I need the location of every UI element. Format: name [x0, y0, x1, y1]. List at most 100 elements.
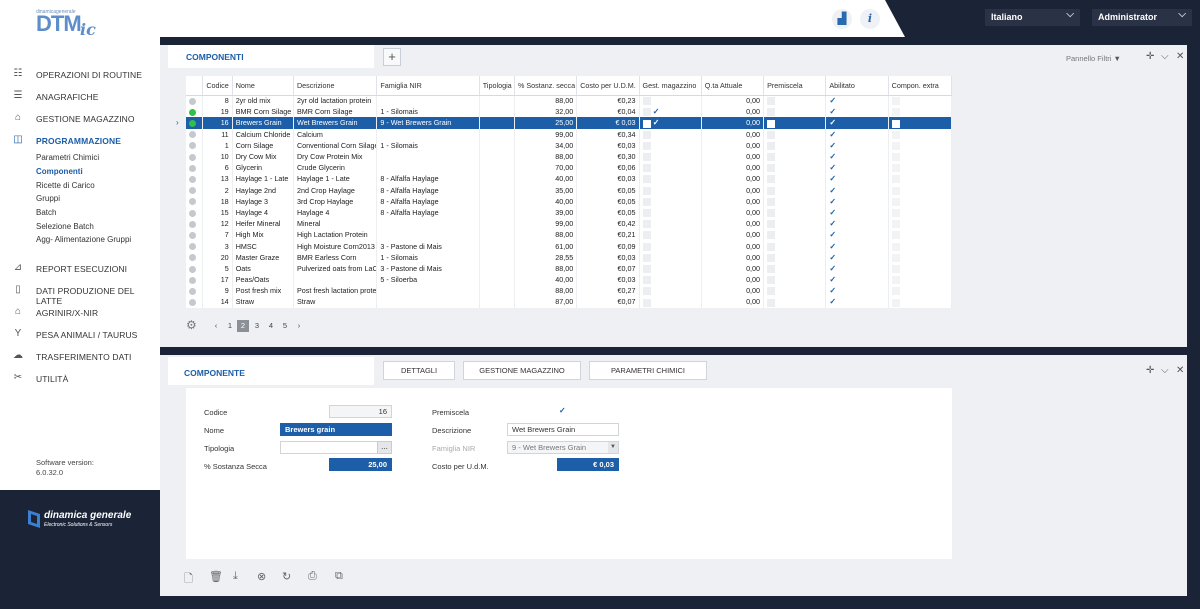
- checkbox[interactable]: [642, 276, 651, 285]
- move-icon[interactable]: ✛: [1146, 365, 1154, 376]
- table-row[interactable]: 2 Haylage 2nd 2nd Crop Haylage 8 - Alfalfa …: [186, 184, 953, 196]
- trash-icon[interactable]: 🗑: [209, 570, 223, 583]
- chevron-down-icon[interactable]: ⌵: [1161, 51, 1169, 62]
- sidebar-item-anagrafiche[interactable]: ☰ ANAGRAFICHE: [0, 90, 160, 104]
- check-icon[interactable]: ✓: [829, 197, 836, 206]
- checkbox[interactable]: [891, 153, 900, 162]
- checkbox[interactable]: [891, 253, 900, 262]
- checkbox[interactable]: [642, 287, 651, 296]
- column-header[interactable]: % Sostanz. secca: [514, 76, 578, 96]
- table-row[interactable]: 13 Haylage 1 - Late Haylage 1 - Late 8 - Al…: [186, 173, 953, 185]
- column-header[interactable]: Famiglia NIR: [376, 76, 480, 96]
- checkbox[interactable]: [891, 97, 900, 106]
- checkbox[interactable]: [642, 231, 651, 240]
- table-row[interactable]: 1 Corn Silage Conventional Corn Silage 1 - …: [186, 139, 953, 151]
- pager-page-5[interactable]: 5: [279, 320, 291, 332]
- table-row[interactable]: 10 Dry Cow Mix Dry Cow Protein Mix 88,00 €0,…: [186, 150, 953, 163]
- filter-panel-toggle[interactable]: Pannello Filtri ▼: [1066, 54, 1121, 63]
- checkbox[interactable]: [891, 287, 900, 296]
- checkbox[interactable]: [891, 298, 900, 307]
- checkbox[interactable]: [767, 209, 776, 218]
- checkbox[interactable]: [767, 186, 776, 195]
- nir-family-select[interactable]: 9 - Wet Brewers Grain ▼: [507, 441, 619, 454]
- table-row[interactable]: 19 BMR Corn Silage BMR Corn Silage 1 - Silo…: [186, 106, 953, 118]
- check-icon[interactable]: ✓: [829, 253, 836, 262]
- checkbox[interactable]: [891, 264, 900, 273]
- subitem-ricette-di-carico[interactable]: Ricette di Carico: [36, 181, 95, 190]
- table-row[interactable]: 9 Post fresh mix Post fresh lactation prot…: [186, 285, 953, 297]
- tab-componenti[interactable]: COMPONENTI: [168, 45, 374, 68]
- check-icon[interactable]: ✓: [829, 297, 836, 306]
- checkbox[interactable]: [767, 119, 776, 128]
- check-icon[interactable]: ✓: [829, 174, 836, 183]
- add-tab-button[interactable]: +: [383, 48, 401, 66]
- checkbox[interactable]: [642, 164, 651, 173]
- close-icon[interactable]: ✕: [1176, 51, 1184, 62]
- checkbox[interactable]: [642, 186, 651, 195]
- checkbox[interactable]: [642, 141, 651, 150]
- check-icon[interactable]: ✓: [829, 141, 836, 150]
- checkbox[interactable]: [642, 220, 651, 229]
- cancel-icon[interactable]: ⊗: [257, 570, 266, 583]
- table-row[interactable]: 6 Glycerin Crude Glycerin 70,00 €0,06 0,00 ✓: [186, 162, 953, 174]
- sidebar-item-latte[interactable]: ▯ DATI PRODUZIONE DEL LATTE: [0, 284, 160, 306]
- check-icon[interactable]: ✓: [829, 118, 836, 127]
- sidebar-item-report[interactable]: ⊿ REPORT ESECUZIONI: [0, 262, 160, 276]
- sidebar-item-pesa-animali[interactable]: Y PESA ANIMALI / TAURUS: [0, 328, 160, 342]
- type-browse-button[interactable]: ...: [377, 441, 392, 454]
- column-header[interactable]: Premiscela: [763, 76, 827, 96]
- table-row[interactable]: 14 Straw Straw 87,00 €0,07 0,00 ✓: [186, 296, 953, 308]
- sidebar-item-magazzino[interactable]: ⌂ GESTIONE MAGAZZINO: [0, 112, 160, 126]
- refresh-icon[interactable]: ↻: [282, 570, 291, 583]
- subitem-batch[interactable]: Batch: [36, 208, 56, 217]
- checkbox[interactable]: [642, 153, 651, 162]
- checkbox[interactable]: [891, 242, 900, 251]
- checkbox[interactable]: [767, 276, 776, 285]
- sidebar-item-agrinir[interactable]: ⌂ AGRINIR/X-NIR: [0, 306, 160, 320]
- column-header[interactable]: Nome: [232, 76, 294, 96]
- checkbox[interactable]: [891, 209, 900, 218]
- check-icon[interactable]: ✓: [829, 107, 836, 116]
- sidebar-item-programmazione[interactable]: ◫ PROGRAMMAZIONE: [0, 134, 160, 148]
- checkbox[interactable]: [642, 253, 651, 262]
- pager-page-3[interactable]: 3: [251, 320, 263, 332]
- checkbox[interactable]: [767, 253, 776, 262]
- table-row[interactable]: 20 Master Graze BMR Earless Corn 1 - Siloma…: [186, 251, 953, 263]
- move-icon[interactable]: ✛: [1146, 51, 1154, 62]
- checkbox[interactable]: [891, 108, 900, 117]
- table-row[interactable]: 3 HMSC High Moisture Corn2013 3 - Pastone d…: [186, 240, 953, 252]
- column-header[interactable]: Q.ta Attuale: [701, 76, 765, 96]
- checkbox[interactable]: [891, 276, 900, 285]
- checkbox[interactable]: [767, 264, 776, 273]
- check-icon[interactable]: ✓: [829, 152, 836, 161]
- chart-icon[interactable]: ▟: [832, 9, 852, 29]
- print-icon[interactable]: ⎙: [308, 570, 317, 583]
- table-row[interactable]: 12 Heifer Mineral Mineral 99,00 €0,42 0,00 ✓: [186, 218, 953, 230]
- check-icon[interactable]: ✓: [829, 163, 836, 172]
- column-header[interactable]: Gest. magazzino: [639, 76, 702, 96]
- download-icon[interactable]: ⤓: [233, 570, 238, 583]
- subitem-agg-alimentazione-gruppi[interactable]: Agg- Alimentazione Gruppi: [36, 235, 131, 244]
- subitem-gruppi[interactable]: Gruppi: [36, 194, 60, 203]
- language-select[interactable]: Italiano ⌵: [985, 9, 1080, 26]
- checkbox[interactable]: [767, 97, 776, 106]
- checkbox[interactable]: [891, 186, 900, 195]
- sidebar-item-utilita[interactable]: ✂ UTILITÀ: [0, 372, 160, 386]
- column-header[interactable]: Descrizione: [293, 76, 378, 96]
- premix-checkbox-check-icon[interactable]: ✓: [559, 406, 566, 415]
- pager-page-2[interactable]: 2: [237, 320, 249, 332]
- checkbox[interactable]: [891, 141, 900, 150]
- check-icon[interactable]: ✓: [829, 208, 836, 217]
- check-icon[interactable]: ✓: [829, 96, 836, 105]
- type-field[interactable]: ...: [280, 441, 392, 454]
- checkbox[interactable]: [642, 242, 651, 251]
- new-document-icon[interactable]: 🗋: [184, 570, 193, 589]
- checkbox[interactable]: [642, 209, 651, 218]
- check-icon[interactable]: ✓: [829, 242, 836, 251]
- subitem-selezione-batch[interactable]: Selezione Batch: [36, 222, 94, 231]
- checkbox[interactable]: [767, 164, 776, 173]
- pager-page-4[interactable]: 4: [265, 320, 277, 332]
- info-icon[interactable]: i: [860, 9, 880, 29]
- check-icon[interactable]: ✓: [829, 219, 836, 228]
- table-row[interactable]: 18 Haylage 3 3rd Crop Haylage 8 - Alfalfa H…: [186, 195, 953, 207]
